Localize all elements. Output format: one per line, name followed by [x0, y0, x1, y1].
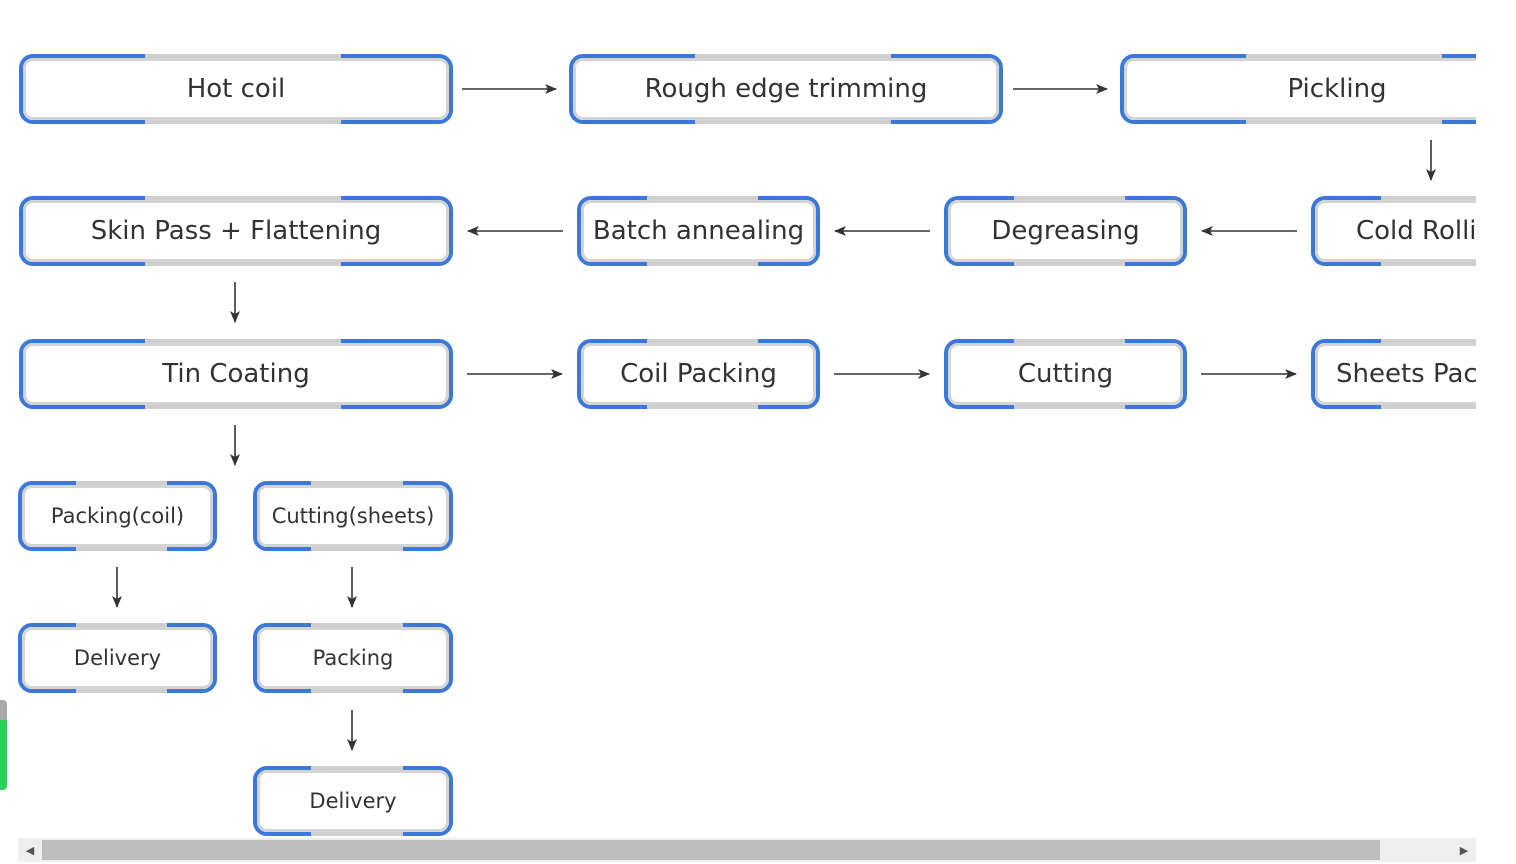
scroll-left-button[interactable]: ◀ — [18, 838, 42, 862]
triangle-left-icon: ◀ — [25, 843, 35, 857]
side-tab-widget[interactable] — [0, 700, 7, 790]
node-delivery-sheets[interactable]: Delivery — [253, 766, 453, 836]
node-label: Coil Packing — [581, 343, 816, 405]
node-label: Delivery — [257, 770, 449, 832]
node-degreasing[interactable]: Degreasing — [944, 196, 1187, 266]
node-cutting-sheets[interactable]: Cutting(sheets) — [253, 481, 453, 551]
node-label: Sheets Pac — [1315, 343, 1476, 405]
node-hot-coil[interactable]: Hot coil — [19, 54, 453, 124]
diagram-canvas: Hot coil Rough edge trimming Pickling Sk… — [0, 0, 1476, 838]
node-tin-coating[interactable]: Tin Coating — [19, 339, 453, 409]
node-pickling[interactable]: Pickling — [1120, 54, 1476, 124]
scrollbar-thumb[interactable] — [42, 840, 1380, 860]
node-label: Hot coil — [23, 58, 449, 120]
node-batch-annealing[interactable]: Batch annealing — [577, 196, 820, 266]
node-label: Cutting — [948, 343, 1183, 405]
node-label: Rough edge trimming — [573, 58, 999, 120]
node-packing-coil[interactable]: Packing(coil) — [18, 481, 217, 551]
node-label: Cold Rolli — [1315, 200, 1476, 262]
scroll-right-button[interactable]: ▶ — [1452, 838, 1476, 862]
node-label: Skin Pass + Flattening — [23, 200, 449, 262]
node-packing[interactable]: Packing — [253, 623, 453, 693]
node-sheets-packing[interactable]: Sheets Pac — [1311, 339, 1476, 409]
node-label: Packing — [257, 627, 449, 689]
node-label: Packing(coil) — [22, 485, 213, 547]
node-label: Batch annealing — [581, 200, 816, 262]
node-cold-rolling[interactable]: Cold Rolli — [1311, 196, 1476, 266]
node-coil-packing[interactable]: Coil Packing — [577, 339, 820, 409]
node-label: Cutting(sheets) — [257, 485, 449, 547]
horizontal-scrollbar[interactable]: ◀ ▶ — [18, 838, 1476, 862]
node-rough-edge-trimming[interactable]: Rough edge trimming — [569, 54, 1003, 124]
arrow-layer — [112, 84, 1436, 751]
node-delivery-coil[interactable]: Delivery — [18, 623, 217, 693]
node-cutting[interactable]: Cutting — [944, 339, 1187, 409]
node-label: Delivery — [22, 627, 213, 689]
triangle-right-icon: ▶ — [1459, 843, 1469, 857]
node-skin-pass-flattening[interactable]: Skin Pass + Flattening — [19, 196, 453, 266]
node-label: Tin Coating — [23, 343, 449, 405]
node-label: Degreasing — [948, 200, 1183, 262]
node-label: Pickling — [1124, 58, 1476, 120]
